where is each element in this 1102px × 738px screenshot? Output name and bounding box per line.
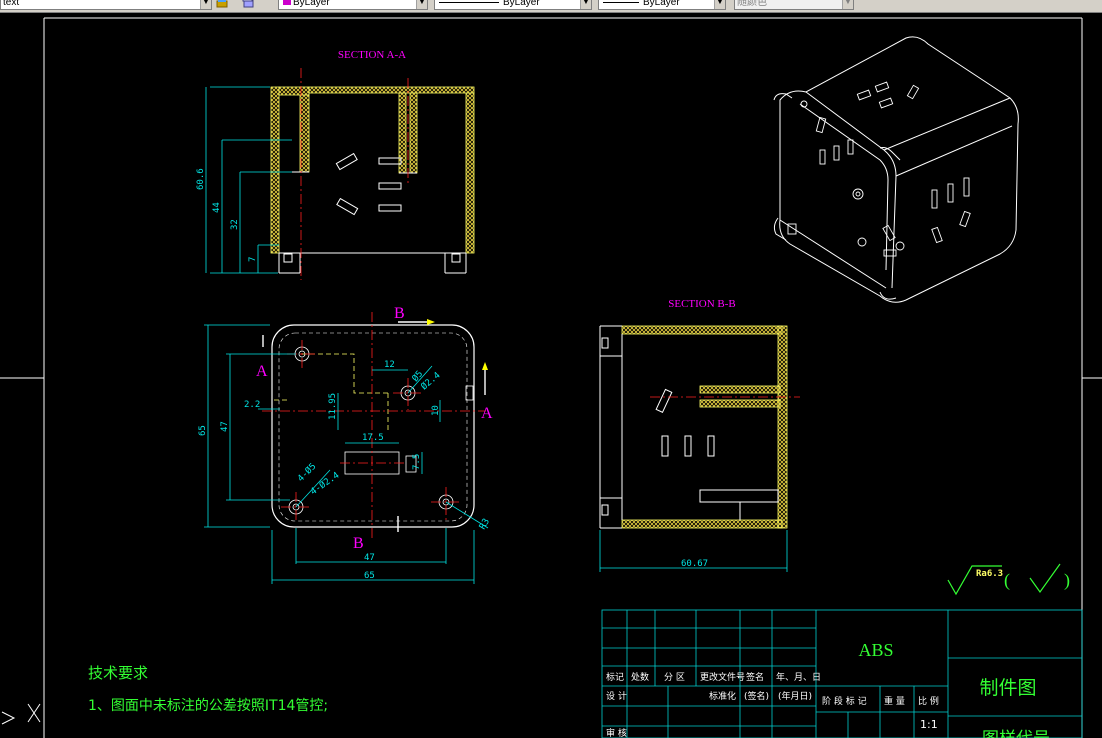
plot-style-dropdown[interactable]: 随颜色 ▼	[734, 0, 854, 10]
dim-32: 32	[230, 219, 240, 230]
tech-requirements-item-1: 1、图面中未标注的公差按照IT14管控;	[88, 698, 328, 714]
linetype-preview	[439, 1, 499, 3]
layer-previous-icon[interactable]	[242, 0, 255, 9]
text-style-dropdown[interactable]: text ▼	[0, 0, 212, 10]
tb-stage-mark: 阶 段 标 记	[822, 695, 867, 707]
chevron-down-icon[interactable]: ▼	[416, 0, 427, 9]
lineweight-control-value: ByLayer	[643, 0, 680, 8]
cut-label-b-bottom: B	[353, 535, 364, 552]
dim-60-6: 60.6	[196, 168, 206, 190]
tb-scale-value: 1:1	[920, 718, 938, 731]
cut-label-b-top: B	[394, 305, 405, 322]
dim-11-95: 11.95	[328, 393, 338, 420]
cut-label-a-left: A	[256, 363, 268, 380]
dim-47-vert: 47	[220, 421, 230, 432]
drawing-canvas[interactable]: 60.6 44 32 7 SECTION A-A B B A A 65 47 2…	[0, 13, 1102, 738]
text-style-value: text	[3, 0, 20, 8]
tb-drawing-type: 制件图	[979, 677, 1036, 699]
tech-requirements-title: 技术要求	[88, 664, 148, 682]
tb-col-mark: 标记	[606, 671, 624, 683]
section-bb-title: SECTION B-B	[668, 298, 736, 310]
plot-style-value: 随颜色	[737, 0, 767, 8]
tb-col-count: 处数	[631, 671, 649, 683]
tb-review: 审 核	[606, 727, 627, 738]
dim-12: 12	[384, 360, 395, 370]
dim-17-5: 17.5	[362, 433, 384, 443]
dim-44: 44	[212, 202, 222, 213]
tb-part-name: 图样代号	[982, 729, 1050, 738]
roughness-paren-close: )	[1064, 570, 1070, 591]
tb-year-month-day: (年月日)	[778, 690, 812, 702]
dim-65-horiz: 65	[364, 571, 375, 581]
tb-scale-label: 比 例	[918, 695, 939, 707]
lineweight-preview	[603, 1, 639, 3]
dim-47-horiz: 47	[364, 553, 375, 563]
properties-toolbar: text ▼ ByLayer ▼ ByLayer ▼ ByLayer ▼ 随颜色…	[0, 0, 1102, 13]
dim-60-67: 60.67	[681, 559, 708, 569]
tb-col-date: 年、月、日	[776, 671, 821, 683]
roughness-paren-open: (	[1004, 570, 1010, 591]
tb-col-change-doc: 更改文件号	[700, 671, 745, 683]
chevron-down-icon[interactable]: ▼	[714, 0, 725, 9]
color-swatch	[283, 0, 291, 6]
tb-material: ABS	[858, 640, 893, 660]
layer-states-icon[interactable]	[216, 0, 229, 9]
roughness-value: Ra6.3	[976, 569, 1003, 579]
tb-standardization: 标准化	[709, 690, 736, 702]
color-control-dropdown[interactable]: ByLayer ▼	[278, 0, 428, 10]
dim-7-5: 7.5	[412, 454, 422, 470]
tb-col-sign: 签名	[746, 671, 764, 683]
linetype-control-dropdown[interactable]: ByLayer ▼	[434, 0, 592, 10]
linetype-control-value: ByLayer	[503, 0, 540, 8]
chevron-down-icon[interactable]: ▼	[580, 0, 591, 9]
dim-65-vert: 65	[198, 425, 208, 436]
model-space-background	[0, 13, 1102, 738]
chevron-down-icon[interactable]: ▼	[200, 0, 211, 9]
color-control-value: ByLayer	[293, 0, 330, 8]
lineweight-control-dropdown[interactable]: ByLayer ▼	[598, 0, 726, 10]
dim-7: 7	[248, 257, 258, 262]
tb-weight: 重 量	[884, 695, 905, 707]
section-aa-title: SECTION A-A	[338, 49, 406, 61]
chevron-down-icon[interactable]: ▼	[842, 0, 853, 9]
cut-label-a-right: A	[481, 405, 493, 422]
tb-col-zone: 分 区	[664, 672, 685, 683]
dim-2-2: 2.2	[244, 400, 260, 410]
tb-signature: (签名)	[744, 690, 769, 702]
tb-design: 设 计	[606, 690, 627, 702]
dim-10: 10	[431, 405, 441, 416]
